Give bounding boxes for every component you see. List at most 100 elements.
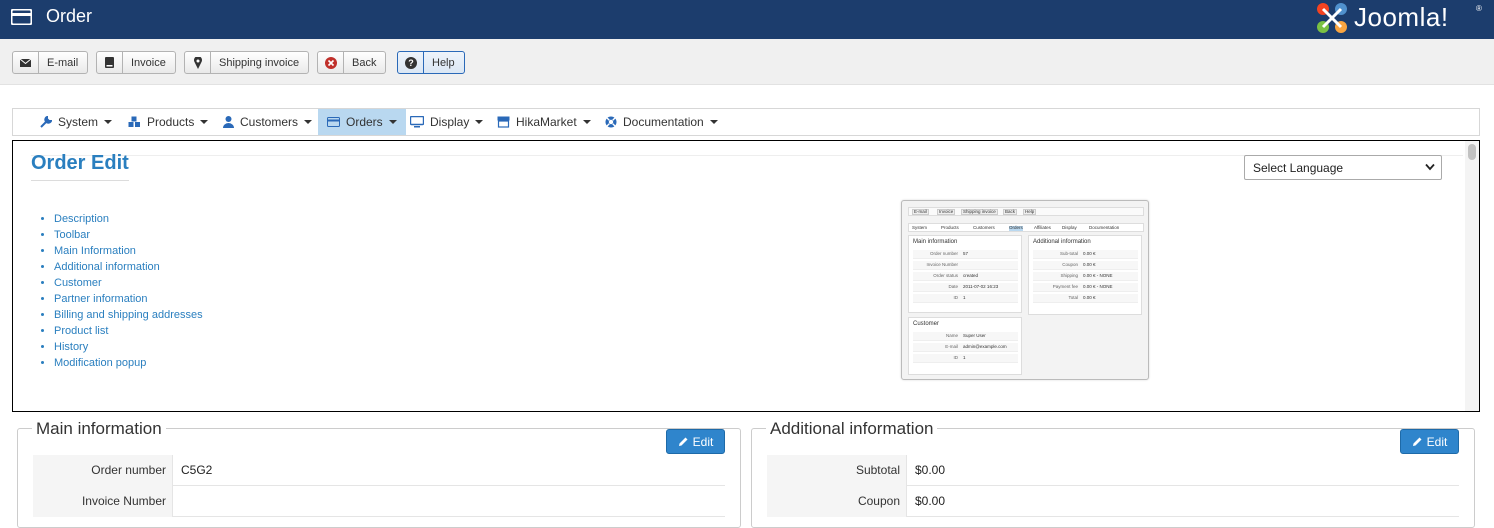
doc-link-modification-popup[interactable]: Modification popup xyxy=(54,355,203,371)
field-label: Coupon xyxy=(767,486,907,517)
menu-item-customers[interactable]: Customers xyxy=(214,109,321,135)
menu-item-orders[interactable]: Orders xyxy=(318,109,406,135)
registered-mark: ® xyxy=(1476,4,1482,13)
doc-link-main-information[interactable]: Main Information xyxy=(54,243,203,259)
menu-item-customers-label: Customers xyxy=(240,115,299,129)
monitor-icon xyxy=(410,116,424,128)
thumb-row: Invoice Number xyxy=(913,261,1018,270)
thumb-row: Coupon 0.00 € xyxy=(1033,261,1138,270)
table-row: Order number C5G2 xyxy=(33,455,725,486)
help-button-label: Help xyxy=(432,56,455,69)
language-select[interactable]: Select Language xyxy=(1244,155,1442,180)
doc-screenshot-thumbnail: E-mail Invoice Shipping invoice Back Hel… xyxy=(901,200,1149,380)
thumb-row-value: 0.00 € xyxy=(1083,251,1096,256)
thumb-additional-box: Additional information Sub-total 0.00 € C… xyxy=(1028,235,1142,315)
thumb-customer-box: Customer Name Super User E-mail admin@exam… xyxy=(908,317,1022,375)
chevron-down-icon xyxy=(200,120,209,124)
user-icon xyxy=(223,116,234,128)
edit-button-label: Edit xyxy=(1426,434,1448,449)
menu-item-products-label: Products xyxy=(147,115,195,129)
documentation-panel: Order Edit Select Language Description T… xyxy=(12,140,1480,412)
joomla-wordmark: Joomla! xyxy=(1354,2,1449,32)
menu-item-hikamarket[interactable]: HikaMarket xyxy=(488,109,600,135)
back-button[interactable]: Back xyxy=(317,51,387,74)
chevron-down-icon xyxy=(1425,163,1435,171)
thumb-row-key: Name xyxy=(945,333,958,338)
thumb-toolbar: E-mail Invoice Shipping invoice Back Hel… xyxy=(908,207,1144,216)
menu-item-orders-label: Orders xyxy=(346,115,383,129)
thumb-row-key: Order number xyxy=(929,251,958,256)
map-pin-icon xyxy=(185,52,211,73)
shipping-invoice-button-label: Shipping invoice xyxy=(219,56,300,69)
menu-item-display-label: Display xyxy=(430,115,470,129)
doc-link-product-list[interactable]: Product list xyxy=(54,323,203,339)
main-menu: System Products Customers Orders Display… xyxy=(12,108,1480,136)
doc-link-billing-shipping[interactable]: Billing and shipping addresses xyxy=(54,307,203,323)
thumb-row-value: 1 xyxy=(963,295,966,300)
thumb-row: Sub-total 0.00 € xyxy=(1033,250,1138,259)
thumb-row-value: 0.00 € - NONE xyxy=(1083,284,1113,289)
chevron-down-icon xyxy=(304,120,313,124)
menu-item-display[interactable]: Display xyxy=(401,109,492,135)
thumb-main-title: Main information xyxy=(913,239,958,245)
thumb-row: E-mail admin@example.com xyxy=(913,343,1018,352)
thumb-menu-item: System xyxy=(912,225,928,230)
thumb-menu-item: Customers xyxy=(973,225,995,230)
thumb-row-key: E-mail xyxy=(945,344,958,349)
menu-item-documentation[interactable]: Documentation xyxy=(596,109,727,135)
thumb-row-key: Invoice Number xyxy=(926,262,958,267)
email-button[interactable]: E-mail xyxy=(12,51,89,74)
credit-card-icon xyxy=(327,117,340,127)
menu-item-hikamarket-label: HikaMarket xyxy=(516,115,577,129)
edit-button-label: Edit xyxy=(692,434,714,449)
thumb-row: Total 0.00 € xyxy=(1033,294,1138,303)
doc-title: Order Edit xyxy=(31,152,129,174)
thumb-row: ID 1 xyxy=(913,354,1018,363)
doc-link-list: Description Toolbar Main Information Add… xyxy=(39,211,203,371)
thumb-row: Name Super User xyxy=(913,332,1018,341)
chevron-down-icon xyxy=(582,120,591,124)
thumb-row-value: 0.00 € - NONE xyxy=(1083,273,1113,278)
thumb-row: Date 2011-07-02 16:23 xyxy=(913,283,1018,292)
thumb-row-key: Payment fee xyxy=(1052,284,1078,289)
main-information-edit-button[interactable]: Edit xyxy=(666,429,725,454)
menu-item-system-label: System xyxy=(58,115,99,129)
help-button[interactable]: ? Help xyxy=(397,51,465,74)
svg-text:?: ? xyxy=(408,58,414,68)
chevron-down-icon xyxy=(709,120,718,124)
menu-item-system[interactable]: System xyxy=(31,109,121,135)
thumb-btn: E-mail xyxy=(912,209,929,215)
doc-link-partner-information[interactable]: Partner information xyxy=(54,291,203,307)
doc-link-history[interactable]: History xyxy=(54,339,203,355)
field-label: Subtotal xyxy=(767,455,907,486)
thumb-row-key: Coupon xyxy=(1062,262,1078,267)
menu-item-products[interactable]: Products xyxy=(119,109,217,135)
doc-link-toolbar[interactable]: Toolbar xyxy=(54,227,203,243)
additional-information-edit-button[interactable]: Edit xyxy=(1400,429,1459,454)
doc-link-additional-information[interactable]: Additional information xyxy=(54,259,203,275)
thumb-row-value: 0.00 € xyxy=(1083,295,1096,300)
thumb-row-key: Total xyxy=(1068,295,1078,300)
thumb-row-value: 1 xyxy=(963,355,966,360)
cubes-icon xyxy=(128,116,140,127)
thumb-btn: Help xyxy=(1023,209,1037,215)
thumb-row: Order status created xyxy=(913,272,1018,281)
main-information-title: Main information xyxy=(32,419,166,439)
credit-card-icon xyxy=(11,9,32,25)
scrollbar-thumb[interactable] xyxy=(1468,144,1476,160)
doc-link-description[interactable]: Description xyxy=(54,211,203,227)
thumb-row-key: ID xyxy=(953,295,959,300)
scrollbar[interactable] xyxy=(1465,141,1479,411)
invoice-button[interactable]: Invoice xyxy=(96,51,176,74)
thumb-main-box: Main information Order number 57 Invoice … xyxy=(908,235,1022,313)
thumb-menu-item: Affiliates xyxy=(1034,225,1051,230)
wrench-icon xyxy=(40,116,52,128)
additional-information-section: Additional information Edit Subtotal $0.… xyxy=(751,419,1475,528)
thumb-menu-item: Products xyxy=(941,225,959,230)
additional-information-title: Additional information xyxy=(766,419,938,439)
table-row: Invoice Number xyxy=(33,486,725,517)
doc-link-customer[interactable]: Customer xyxy=(54,275,203,291)
thumb-row-value: created xyxy=(963,273,979,278)
shipping-invoice-button[interactable]: Shipping invoice xyxy=(184,51,310,74)
thumb-row-key: Sub-total xyxy=(1059,251,1078,256)
